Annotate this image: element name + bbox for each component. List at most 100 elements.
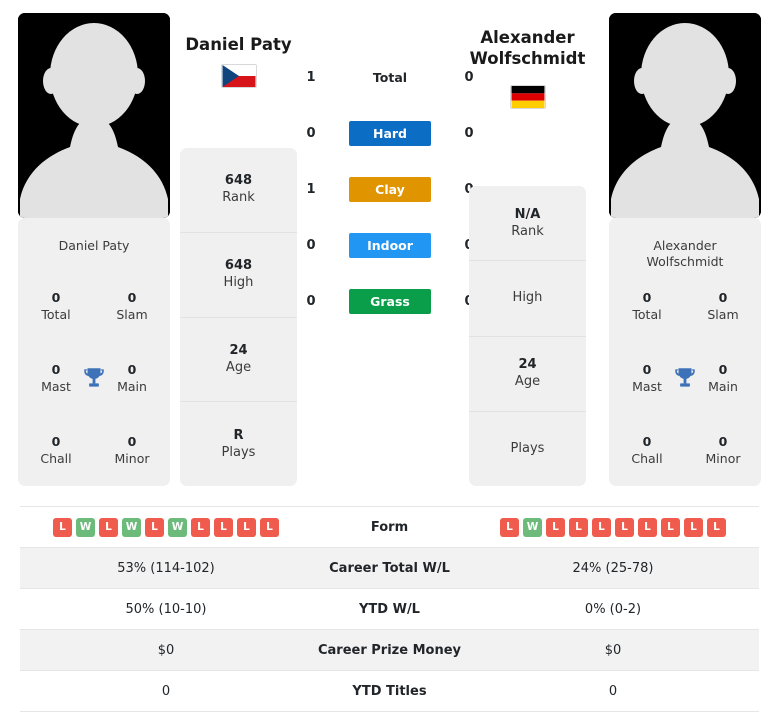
h2h-row-indoor: 0 Indoor 0 <box>300 232 480 258</box>
form-badge-win[interactable]: W <box>122 517 141 537</box>
stat-cell-high: 648 High <box>180 233 297 318</box>
flag-svg <box>222 65 256 87</box>
row-right-value: $0 <box>467 629 759 671</box>
h2h-row-grass: 0 Grass 0 <box>300 288 480 314</box>
player-name-right-line2: Wolfschmidt <box>469 49 586 68</box>
h2h-left-score: 0 <box>306 125 316 141</box>
stat-cell-rank: 648 Rank <box>180 148 297 233</box>
form-badge-loss[interactable]: L <box>237 517 256 537</box>
h2h-surface-badge-clay: Clay <box>349 176 431 202</box>
stat-cell-age: 24 Age <box>180 318 297 403</box>
player-name-right: Alexander Wolfschmidt <box>469 27 586 69</box>
titles-card-left: Daniel Paty 0 Total 0 Slam 0 Mast 0 Main <box>18 218 170 486</box>
row-left-value: 0 <box>20 670 312 712</box>
titles-label: Total <box>632 306 662 322</box>
stat-stack-right: N/A Rank High 24 Age Plays <box>469 186 586 486</box>
titles-label: Slam <box>116 306 148 322</box>
stat-cell-age: 24 Age <box>469 337 586 412</box>
trophy-icon <box>675 368 695 387</box>
avatar-right <box>609 13 761 218</box>
form-badge-loss[interactable]: L <box>592 517 611 537</box>
table-row-form: LWLWLWLLLL Form LWLLLLLLLL <box>20 506 759 548</box>
row-left-value: 53% (114-102) <box>20 547 312 589</box>
flag-germany-icon <box>510 85 546 109</box>
h2h-right-score: 0 <box>464 125 474 141</box>
table-row-ytd-wl: 50% (10-10) YTD W/L 0% (0-2) <box>20 588 759 630</box>
stat-value: 648 <box>224 173 253 189</box>
titles-cell-total: 0 Total <box>609 290 685 323</box>
stat-value: 24 <box>518 357 537 373</box>
row-right-value: 0% (0-2) <box>467 588 759 630</box>
h2h-left-score: 1 <box>306 69 316 85</box>
form-badge-win[interactable]: W <box>76 517 95 537</box>
form-badge-win[interactable]: W <box>168 517 187 537</box>
form-badge-loss[interactable]: L <box>661 517 680 537</box>
titles-value: 0 <box>127 433 137 449</box>
form-badge-loss[interactable]: L <box>707 517 726 537</box>
form-badge-loss[interactable]: L <box>684 517 703 537</box>
titles-cell-total: 0 Total <box>18 290 94 323</box>
stat-value: 648 <box>224 258 253 274</box>
form-badge-loss[interactable]: L <box>546 517 565 537</box>
row-right-value: 0 <box>467 670 759 712</box>
titles-grid: 0 Total 0 Slam 0 Mast 0 Main 0 Chall 0 M… <box>18 270 170 486</box>
form-badge-loss[interactable]: L <box>191 517 210 537</box>
titles-value: 0 <box>51 289 61 305</box>
comparison-header: Daniel Paty Alexander Wolfschmidt 1 Tota… <box>0 0 779 492</box>
h2h-surface-badge-indoor: Indoor <box>349 232 431 258</box>
h2h-left-score: 0 <box>306 237 316 253</box>
table-row-prize-money: $0 Career Prize Money $0 <box>20 629 759 671</box>
form-badge-loss[interactable]: L <box>638 517 657 537</box>
h2h-left-score: 1 <box>306 181 316 197</box>
titles-cell-slam: 0 Slam <box>685 290 761 323</box>
titles-cell-slam: 0 Slam <box>94 290 170 323</box>
form-badge-loss[interactable]: L <box>569 517 588 537</box>
form-badge-loss[interactable]: L <box>99 517 118 537</box>
titles-cell-minor: 0 Minor <box>94 434 170 467</box>
titles-value: 0 <box>642 433 652 449</box>
row-label: YTD Titles <box>312 670 467 712</box>
form-strip-right: LWLLLLLLLL <box>467 517 759 537</box>
form-badge-loss[interactable]: L <box>500 517 519 537</box>
flag-czech-republic-icon <box>221 64 257 88</box>
table-row-career-wl: 53% (114-102) Career Total W/L 24% (25-7… <box>20 547 759 589</box>
avatar-left <box>18 13 170 218</box>
stat-cell-plays: Plays <box>469 412 586 486</box>
form-badge-loss[interactable]: L <box>214 517 233 537</box>
stat-label: Age <box>514 374 541 390</box>
stat-label: Age <box>225 359 252 375</box>
h2h-row-total: 1 Total 0 <box>300 64 480 90</box>
h2h-row-hard: 0 Hard 0 <box>300 120 480 146</box>
row-label: YTD W/L <box>312 588 467 630</box>
stat-cell-high: High <box>469 261 586 337</box>
player-name-left: Daniel Paty <box>185 35 292 54</box>
form-badge-loss[interactable]: L <box>615 517 634 537</box>
titles-value: 0 <box>642 289 652 305</box>
flag-svg <box>511 86 545 108</box>
titles-cell-chall: 0 Chall <box>18 434 94 467</box>
titles-card-heading: Alexander Wolfschmidt <box>646 238 724 269</box>
titles-grid: 0 Total 0 Slam 0 Mast 0 Main 0 Chall 0 M… <box>609 270 761 486</box>
titles-value: 0 <box>718 289 728 305</box>
titles-label: Chall <box>631 450 663 466</box>
stat-label: Rank <box>511 223 544 239</box>
titles-cell-chall: 0 Chall <box>609 434 685 467</box>
titles-label: Slam <box>707 306 739 322</box>
form-badge-loss[interactable]: L <box>53 517 72 537</box>
h2h-row-clay: 1 Clay 0 <box>300 176 480 202</box>
trophy-icon <box>84 368 104 387</box>
titles-label: Total <box>41 306 71 322</box>
stat-stack-left: 648 Rank 648 High 24 Age R Plays <box>180 148 297 486</box>
titles-label: Chall <box>40 450 72 466</box>
form-badge-loss[interactable]: L <box>145 517 164 537</box>
h2h-right-score: 0 <box>464 69 474 85</box>
h2h-surface-label: Total <box>372 69 408 85</box>
form-badge-win[interactable]: W <box>523 517 542 537</box>
h2h-surface-badge-grass: Grass <box>349 288 431 314</box>
player-silhouette-icon <box>609 13 761 218</box>
h2h-left-score: 0 <box>306 293 316 309</box>
form-badge-loss[interactable]: L <box>260 517 279 537</box>
stat-value: 24 <box>229 342 248 358</box>
player-name-right-line1: Alexander <box>480 28 575 47</box>
titles-label: Minor <box>114 450 150 466</box>
